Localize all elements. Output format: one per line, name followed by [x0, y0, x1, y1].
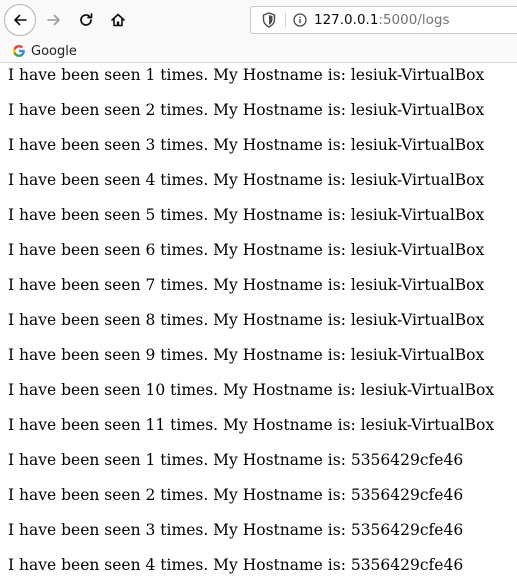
- log-line: I have been seen 2 times. My Hostname is…: [8, 101, 485, 119]
- url-path: :5000/logs: [378, 12, 450, 28]
- google-icon: [13, 45, 25, 57]
- home-button[interactable]: [102, 4, 134, 36]
- info-icon[interactable]: [290, 13, 310, 27]
- log-line: I have been seen 4 times. My Hostname is…: [8, 171, 485, 189]
- log-line: I have been seen 9 times. My Hostname is…: [8, 346, 485, 364]
- back-arrow-icon: [14, 14, 27, 26]
- log-line: I have been seen 3 times. My Hostname is…: [8, 521, 464, 539]
- url-bar[interactable]: 127.0.0.1:5000/logs: [250, 6, 517, 34]
- browser-toolbar: 127.0.0.1:5000/logs: [0, 0, 517, 40]
- back-button[interactable]: [4, 4, 36, 36]
- shield-icon[interactable]: [257, 12, 281, 28]
- log-line: I have been seen 7 times. My Hostname is…: [8, 276, 485, 294]
- bookmark-google[interactable]: Google: [12, 42, 77, 60]
- log-line: I have been seen 10 times. My Hostname i…: [8, 381, 495, 399]
- log-line: I have been seen 2 times. My Hostname is…: [8, 486, 464, 504]
- log-line: I have been seen 1 times. My Hostname is…: [8, 66, 485, 84]
- url-host: 127.0.0.1: [314, 12, 379, 28]
- log-line: I have been seen 11 times. My Hostname i…: [8, 416, 495, 434]
- home-icon: [111, 13, 125, 27]
- log-line: I have been seen 5 times. My Hostname is…: [8, 206, 485, 224]
- log-line: I have been seen 4 times. My Hostname is…: [8, 556, 464, 574]
- bookmarks-toolbar: Google: [0, 40, 517, 63]
- log-line: I have been seen 6 times. My Hostname is…: [8, 241, 485, 259]
- url-separator: [285, 12, 286, 28]
- log-line: I have been seen 1 times. My Hostname is…: [8, 451, 464, 469]
- reload-button[interactable]: [70, 4, 102, 36]
- forward-button[interactable]: [38, 4, 70, 36]
- log-line: I have been seen 3 times. My Hostname is…: [8, 136, 485, 154]
- bookmark-label: Google: [31, 43, 77, 59]
- url-text[interactable]: 127.0.0.1:5000/logs: [314, 12, 450, 28]
- page-content: I have been seen 1 times. My Hostname is…: [0, 63, 517, 582]
- log-line: I have been seen 8 times. My Hostname is…: [8, 311, 485, 329]
- forward-arrow-icon: [47, 14, 60, 26]
- reload-icon: [80, 13, 93, 26]
